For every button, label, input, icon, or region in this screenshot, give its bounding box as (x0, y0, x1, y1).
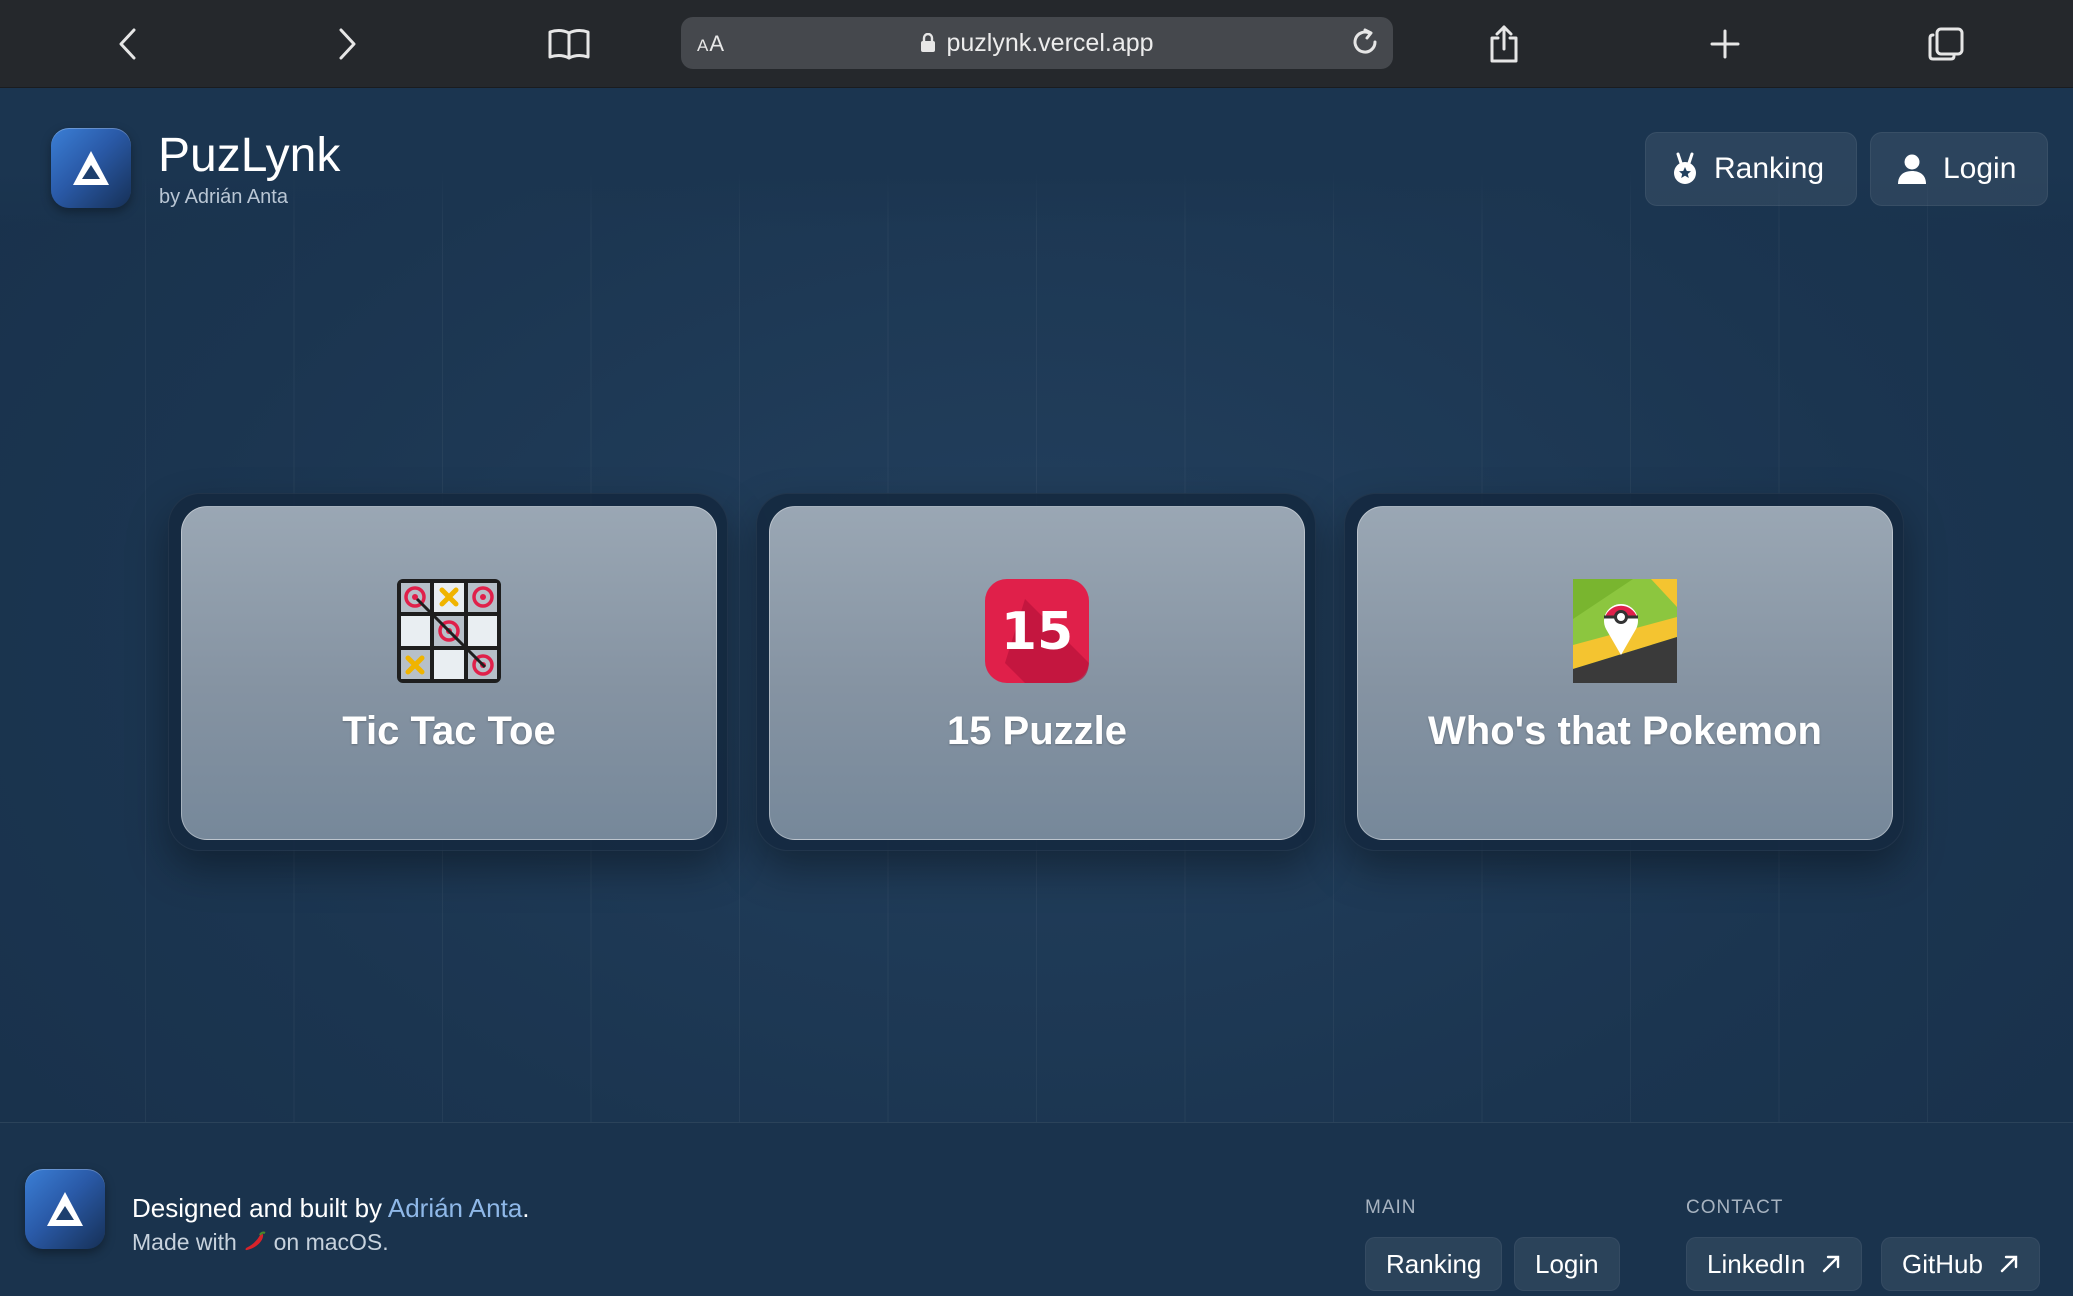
external-link-arrow-icon (2000, 1255, 2018, 1273)
page: PuzLynk by Adrián Anta Ranking Login Tic… (0, 88, 2073, 1296)
footer-logo[interactable] (25, 1169, 105, 1249)
brand-name[interactable]: PuzLynk (158, 128, 340, 183)
tabs-icon (1928, 27, 1964, 61)
fifteen-icon-text: 15 (1001, 602, 1073, 662)
game-title: Who's that Pokemon (1428, 709, 1822, 753)
game-title: 15 Puzzle (946, 709, 1128, 753)
footer-made-with: Made with on macOS. (132, 1229, 389, 1255)
chevron-left-icon (119, 28, 136, 60)
footer: Designed and built by Adrián Anta. Made … (0, 1122, 2073, 1296)
game-card-frame: Tic Tac Toe (168, 493, 728, 851)
tabs-overview-button[interactable] (1916, 14, 1976, 74)
plus-icon (1710, 29, 1740, 59)
share-icon (1490, 25, 1518, 63)
footer-ranking-link[interactable]: Ranking (1365, 1237, 1503, 1291)
url-text: puzlynk.vercel.app (946, 29, 1154, 57)
game-card-15-puzzle[interactable]: 15 15 Puzzle (769, 506, 1305, 840)
footer-contact-heading: CONTACT (1686, 1197, 1784, 1218)
forward-button[interactable] (317, 14, 377, 74)
reload-button[interactable] (1349, 26, 1381, 63)
book-icon (548, 29, 590, 60)
external-link-arrow-icon (1823, 1255, 1840, 1273)
medal-icon (1674, 152, 1696, 184)
bookmarks-button[interactable] (539, 14, 599, 74)
login-nav-label: Login (1943, 152, 2017, 185)
puzlynk-logo[interactable] (51, 128, 131, 208)
footer-login-link[interactable]: Login (1514, 1237, 1620, 1291)
game-title: Tic Tac Toe (342, 709, 556, 753)
fifteen-puzzle-icon: 15 (985, 579, 1089, 683)
chili-pepper-icon (245, 1231, 266, 1251)
footer-credit: Designed and built by Adrián Anta. (132, 1193, 530, 1223)
lock-icon (921, 33, 936, 52)
game-card-frame: 15 15 Puzzle (756, 493, 1316, 851)
user-icon (1898, 154, 1926, 184)
pokemon-map-icon (1573, 579, 1677, 683)
new-tab-button[interactable] (1695, 14, 1755, 74)
login-nav-button[interactable]: Login (1870, 132, 2048, 206)
ranking-nav-label: Ranking (1714, 152, 1825, 185)
footer-linkedin-link[interactable]: LinkedIn (1686, 1237, 1863, 1291)
game-card-tic-tac-toe[interactable]: Tic Tac Toe (181, 506, 717, 840)
reload-icon (1353, 28, 1377, 54)
delta-logo-icon (47, 1192, 83, 1226)
share-button[interactable] (1474, 14, 1534, 74)
tic-tac-toe-icon (397, 579, 501, 683)
browser-toolbar: AAAA puzlynk.vercel.app (0, 0, 2073, 88)
back-button[interactable] (98, 14, 158, 74)
game-card-frame: Who's that Pokemon (1344, 493, 1904, 851)
address-bar[interactable]: AAAA puzlynk.vercel.app (681, 17, 1393, 69)
author-link[interactable]: Adrián Anta (388, 1193, 522, 1223)
ranking-nav-button[interactable]: Ranking (1645, 132, 1857, 206)
game-card-whos-that-pokemon[interactable]: Who's that Pokemon (1357, 506, 1893, 840)
footer-github-link[interactable]: GitHub (1881, 1237, 2040, 1291)
delta-logo-icon (73, 151, 109, 185)
brand-subtitle: by Adrián Anta (159, 186, 288, 208)
chevron-right-icon (339, 28, 356, 60)
footer-main-heading: MAIN (1365, 1197, 1417, 1218)
